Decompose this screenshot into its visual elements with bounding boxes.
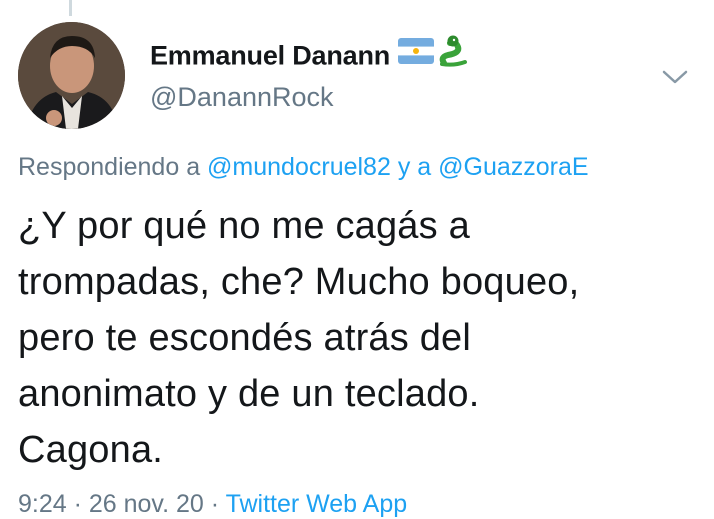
reply-prefix: Respondiendo a — [18, 153, 201, 181]
tweet-line: pero te escondés atrás del — [18, 317, 472, 359]
tweet-timestamp[interactable]: 9:24 · 26 nov. 20 — [18, 490, 204, 518]
author-display-name[interactable]: Emmanuel Danann — [150, 35, 468, 77]
tweet-source-link[interactable]: Twitter Web App — [226, 490, 408, 518]
meta-separator: · — [210, 490, 220, 518]
tweet-line: Cagona. — [18, 429, 164, 471]
author-handle[interactable]: @DanannRock — [150, 82, 334, 113]
tweet-meta: 9:24 · 26 nov. 20 · Twitter Web App — [18, 490, 407, 519]
reply-user-link-1[interactable]: @mundocruel82 — [207, 153, 391, 181]
chevron-down-icon[interactable] — [660, 66, 690, 88]
tweet-line: ¿Y por qué no me cagás a — [18, 205, 470, 247]
tweet-line: anonimato y de un teclado. — [18, 373, 480, 415]
tweet-text: ¿Y por qué no me cagás a trompadas, che?… — [18, 198, 698, 478]
thread-connector-line — [69, 0, 72, 16]
tweet-line: trompadas, che? Mucho boqueo, — [18, 261, 580, 303]
display-name-text: Emmanuel Danann — [150, 40, 391, 71]
reply-user-link-2[interactable]: @GuazzoraE — [438, 153, 588, 181]
replying-to: Respondiendo a @mundocruel82 y a @Guazzo… — [18, 153, 589, 182]
avatar[interactable] — [18, 22, 125, 129]
argentina-flag-icon — [398, 38, 435, 71]
snake-icon — [438, 35, 468, 74]
reply-connector: y a — [397, 153, 432, 181]
avatar-image — [18, 22, 125, 129]
